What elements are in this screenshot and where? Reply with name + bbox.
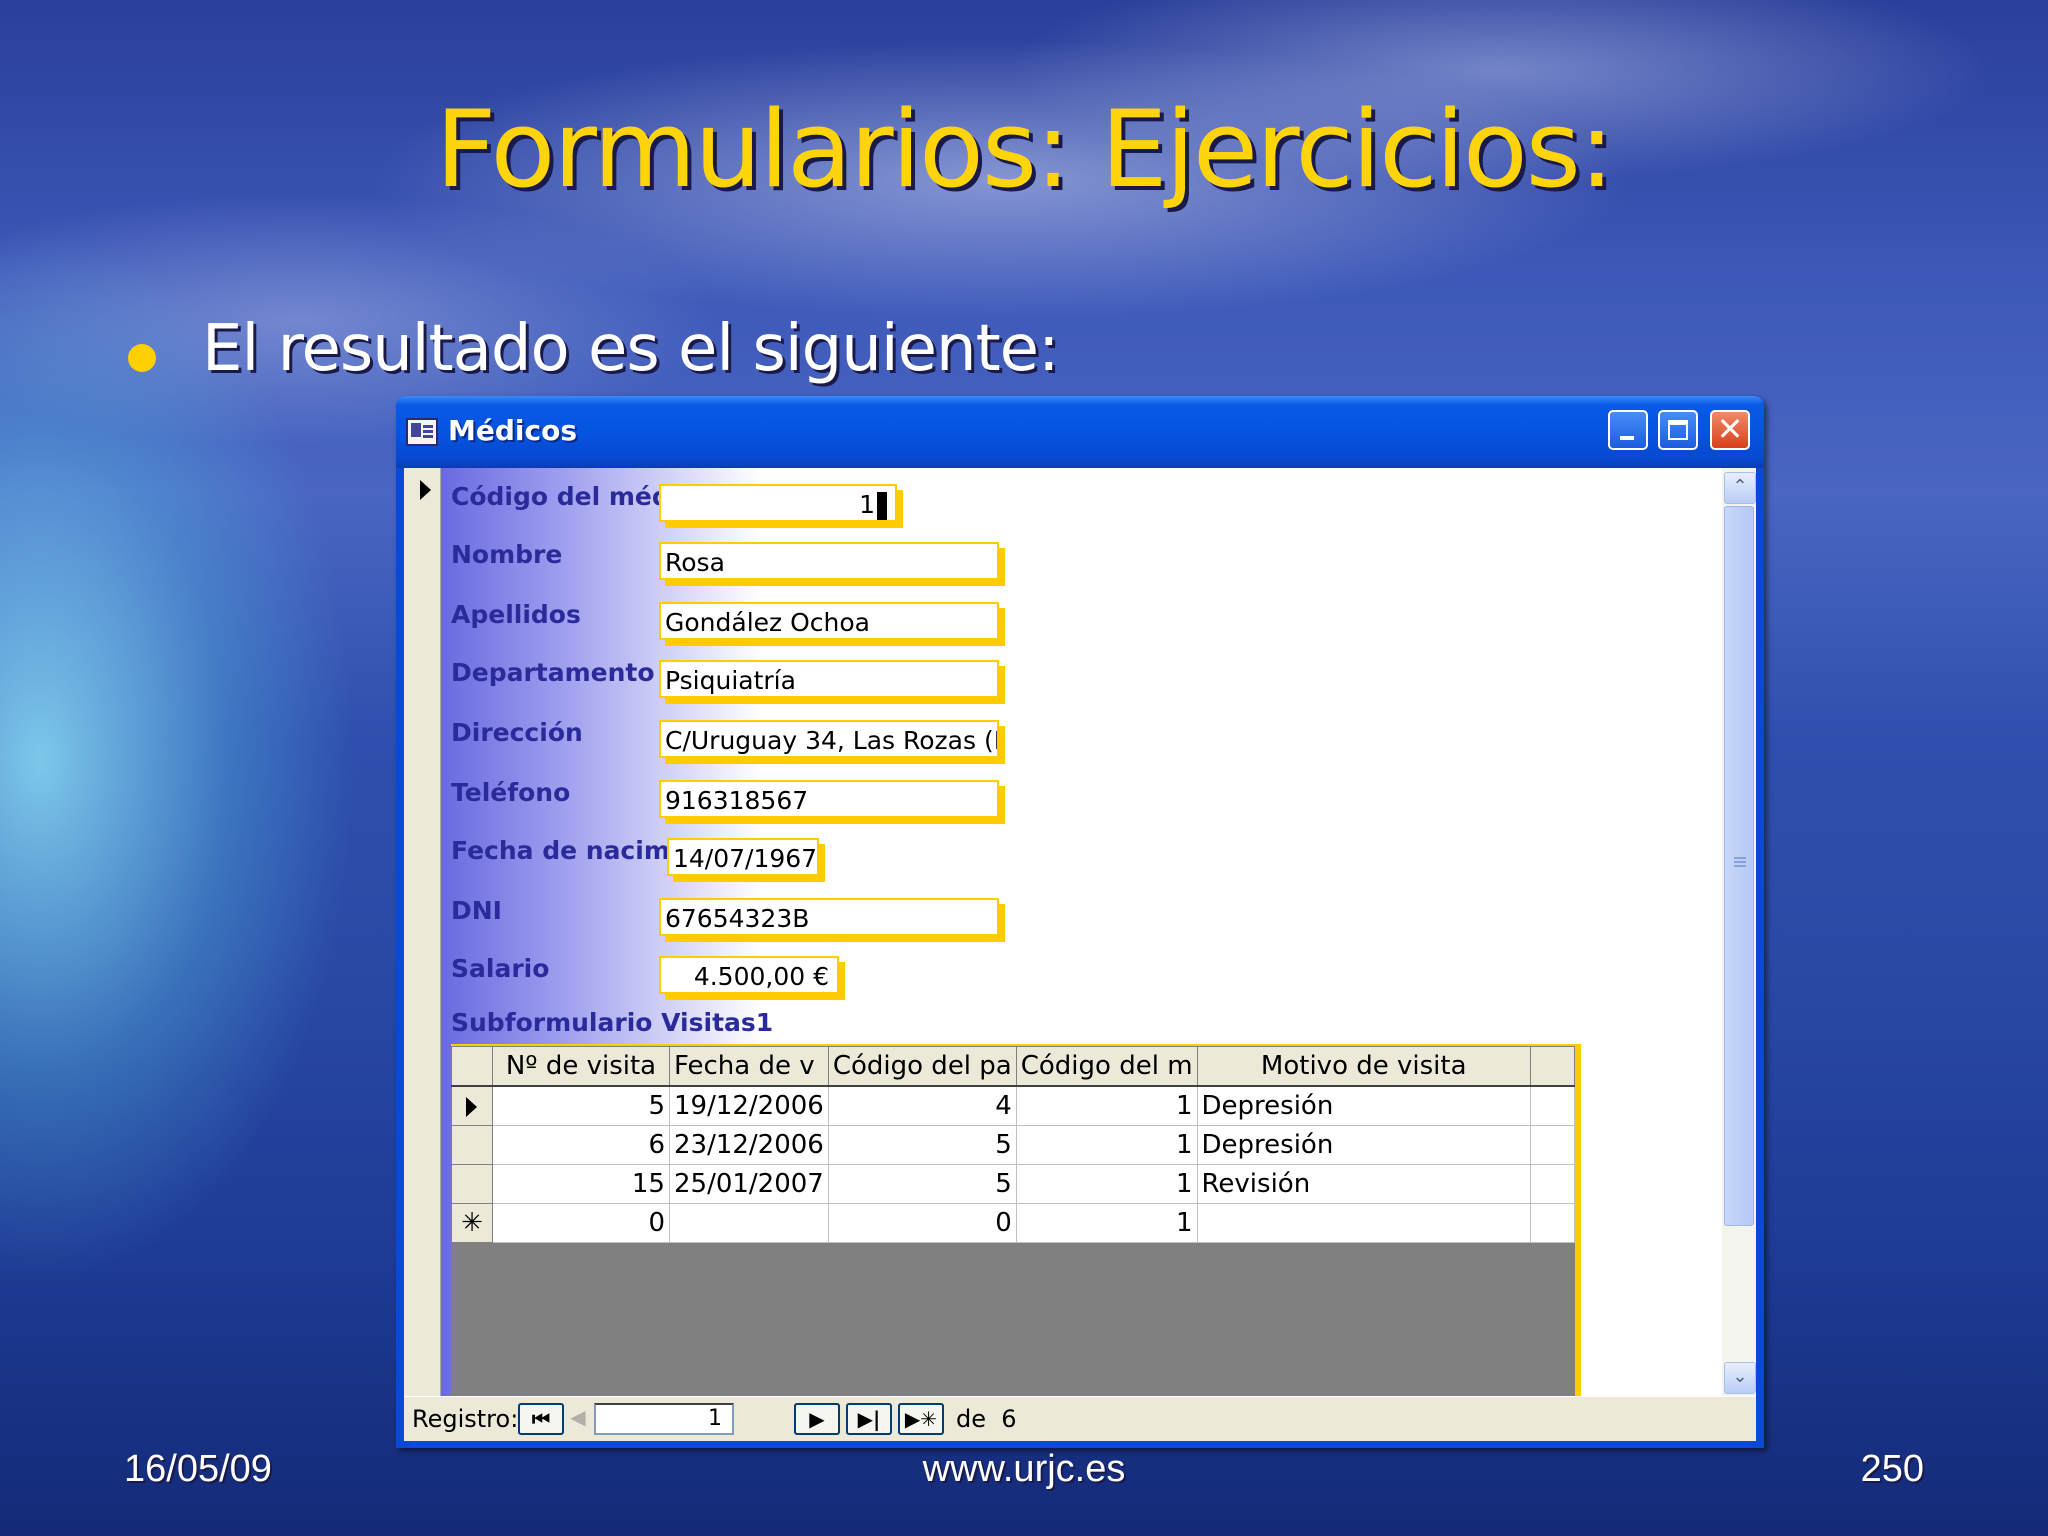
maximize-icon bbox=[1668, 420, 1688, 440]
minimize-icon bbox=[1620, 436, 1634, 440]
nav-label: Registro: bbox=[412, 1405, 519, 1433]
column-header[interactable]: Nº de visita bbox=[491, 1046, 670, 1087]
current-row-icon bbox=[466, 1096, 478, 1117]
label-direccion: Dirección bbox=[451, 718, 583, 747]
cell-motivo[interactable]: Depresión bbox=[1196, 1125, 1531, 1165]
close-button[interactable]: ✕ bbox=[1710, 410, 1750, 450]
record-selector[interactable] bbox=[404, 468, 441, 1396]
first-record-button[interactable]: ⏮ bbox=[518, 1403, 564, 1435]
label-departamento: Departamento bbox=[451, 658, 655, 687]
form-client: Código del médico 1 Nombre Rosa Apellido… bbox=[404, 468, 1756, 1441]
subform-label: Subformulario Visitas1 bbox=[451, 1008, 774, 1037]
row-selector[interactable] bbox=[451, 1085, 493, 1126]
chevron-up-icon: ⌃ bbox=[1732, 476, 1748, 497]
column-header[interactable]: Motivo de visita bbox=[1196, 1046, 1531, 1087]
cell-empty bbox=[1529, 1085, 1576, 1126]
new-record-row[interactable]: ✳ 0 0 1 bbox=[451, 1203, 1576, 1243]
cell-motivo[interactable] bbox=[1196, 1203, 1531, 1243]
field-apellidos[interactable]: Gondález Ochoa bbox=[659, 602, 999, 640]
cell-paciente[interactable]: 5 bbox=[827, 1125, 1017, 1165]
cell-medico[interactable]: 1 bbox=[1015, 1085, 1198, 1126]
access-window: Médicos ✕ Código del médico 1 Nombre Ros… bbox=[396, 396, 1764, 1448]
column-header[interactable]: Código del pa bbox=[827, 1046, 1017, 1087]
new-record-icon: ✳ bbox=[461, 1208, 483, 1238]
scroll-up-button[interactable]: ⌃ bbox=[1724, 472, 1756, 504]
cell-motivo[interactable]: Depresión bbox=[1196, 1085, 1531, 1126]
maximize-button[interactable] bbox=[1658, 410, 1698, 450]
field-codigo[interactable]: 1 bbox=[659, 484, 897, 522]
cell-medico[interactable]: 1 bbox=[1015, 1125, 1198, 1165]
cell-num[interactable]: 0 bbox=[491, 1203, 670, 1243]
close-icon: ✕ bbox=[1716, 410, 1744, 448]
row-selector[interactable]: ✳ bbox=[451, 1203, 493, 1243]
grip-icon bbox=[1734, 857, 1746, 859]
window-titlebar[interactable]: Médicos ✕ bbox=[396, 396, 1764, 468]
visits-datasheet: Nº de visita Fecha de v Código del pa Có… bbox=[451, 1046, 1576, 1243]
column-header[interactable]: Fecha de v bbox=[668, 1046, 829, 1087]
label-nombre: Nombre bbox=[451, 540, 563, 569]
cell-num[interactable]: 15 bbox=[491, 1164, 670, 1204]
label-salario: Salario bbox=[451, 954, 550, 983]
text-cursor bbox=[877, 492, 887, 520]
new-record-button[interactable]: ▶✳ bbox=[898, 1403, 944, 1435]
last-record-button[interactable]: ▶| bbox=[846, 1403, 892, 1435]
record-number-input[interactable]: 1 bbox=[594, 1403, 734, 1435]
column-header[interactable]: Código del m bbox=[1015, 1046, 1198, 1087]
table-row[interactable]: 6 23/12/2006 5 1 Depresión bbox=[451, 1125, 1576, 1165]
row-selector[interactable] bbox=[451, 1164, 493, 1204]
record-navigation-bar: Registro: ⏮ ◀ 1 ▶ ▶| ▶✳ de 6 bbox=[404, 1396, 1756, 1441]
column-header-empty bbox=[1529, 1046, 1576, 1087]
cell-paciente[interactable]: 5 bbox=[827, 1164, 1017, 1204]
bullet-dot bbox=[128, 344, 156, 372]
window-title: Médicos bbox=[448, 414, 577, 447]
subform-visitas: Nº de visita Fecha de v Código del pa Có… bbox=[451, 1044, 1581, 1398]
footer-page-number: 250 bbox=[1860, 1448, 1924, 1490]
field-dni[interactable]: 67654323B bbox=[659, 898, 999, 936]
field-codigo-value: 1 bbox=[859, 490, 875, 519]
table-row[interactable]: 15 25/01/2007 5 1 Revisión bbox=[451, 1164, 1576, 1204]
cell-empty bbox=[1529, 1125, 1576, 1165]
field-salario[interactable]: 4.500,00 € bbox=[659, 956, 839, 994]
field-nombre[interactable]: Rosa bbox=[659, 542, 999, 580]
field-telefono[interactable]: 916318567 bbox=[659, 780, 999, 818]
minimize-button[interactable] bbox=[1608, 410, 1648, 450]
cell-num[interactable]: 5 bbox=[491, 1085, 670, 1126]
cell-fecha[interactable]: 19/12/2006 bbox=[668, 1085, 829, 1126]
cell-fecha[interactable]: 25/01/2007 bbox=[668, 1164, 829, 1204]
label-apellidos: Apellidos bbox=[451, 600, 581, 629]
chevron-down-icon: ⌄ bbox=[1732, 1366, 1748, 1387]
record-count: de 6 bbox=[956, 1405, 1017, 1433]
footer-url: www.urjc.es bbox=[922, 1448, 1126, 1490]
scroll-thumb[interactable] bbox=[1724, 506, 1754, 1226]
form-detail: Código del médico 1 Nombre Rosa Apellido… bbox=[441, 468, 1706, 1398]
cell-fecha[interactable] bbox=[668, 1203, 829, 1243]
previous-record-button[interactable]: ◀ bbox=[568, 1403, 588, 1435]
next-record-button[interactable]: ▶ bbox=[794, 1403, 840, 1435]
cell-motivo[interactable]: Revisión bbox=[1196, 1164, 1531, 1204]
slide-title: Formularios: Ejercicios: bbox=[435, 88, 1614, 211]
vertical-scrollbar[interactable]: ⌃ ⌄ bbox=[1722, 468, 1756, 1396]
row-selector[interactable] bbox=[451, 1125, 493, 1165]
table-row[interactable]: 5 19/12/2006 4 1 Depresión bbox=[451, 1085, 1576, 1126]
bullet-text: El resultado es el siguiente: bbox=[202, 312, 1060, 386]
field-fecha[interactable]: 14/07/1967 bbox=[667, 838, 819, 876]
cell-paciente[interactable]: 0 bbox=[827, 1203, 1017, 1243]
field-direccion[interactable]: C/Uruguay 34, Las Rozas (M bbox=[659, 720, 999, 758]
select-all-corner[interactable] bbox=[451, 1046, 493, 1087]
cell-empty bbox=[1529, 1203, 1576, 1243]
cell-medico[interactable]: 1 bbox=[1015, 1164, 1198, 1204]
cell-empty bbox=[1529, 1164, 1576, 1204]
label-telefono: Teléfono bbox=[451, 778, 571, 807]
field-departamento[interactable]: Psiquiatría bbox=[659, 660, 999, 698]
cell-paciente[interactable]: 4 bbox=[827, 1085, 1017, 1126]
label-dni: DNI bbox=[451, 896, 502, 925]
cell-num[interactable]: 6 bbox=[491, 1125, 670, 1165]
cell-fecha[interactable]: 23/12/2006 bbox=[668, 1125, 829, 1165]
datasheet-header: Nº de visita Fecha de v Código del pa Có… bbox=[451, 1046, 1576, 1087]
form-icon bbox=[406, 418, 438, 446]
cell-medico[interactable]: 1 bbox=[1015, 1203, 1198, 1243]
scroll-down-button[interactable]: ⌄ bbox=[1724, 1362, 1756, 1394]
